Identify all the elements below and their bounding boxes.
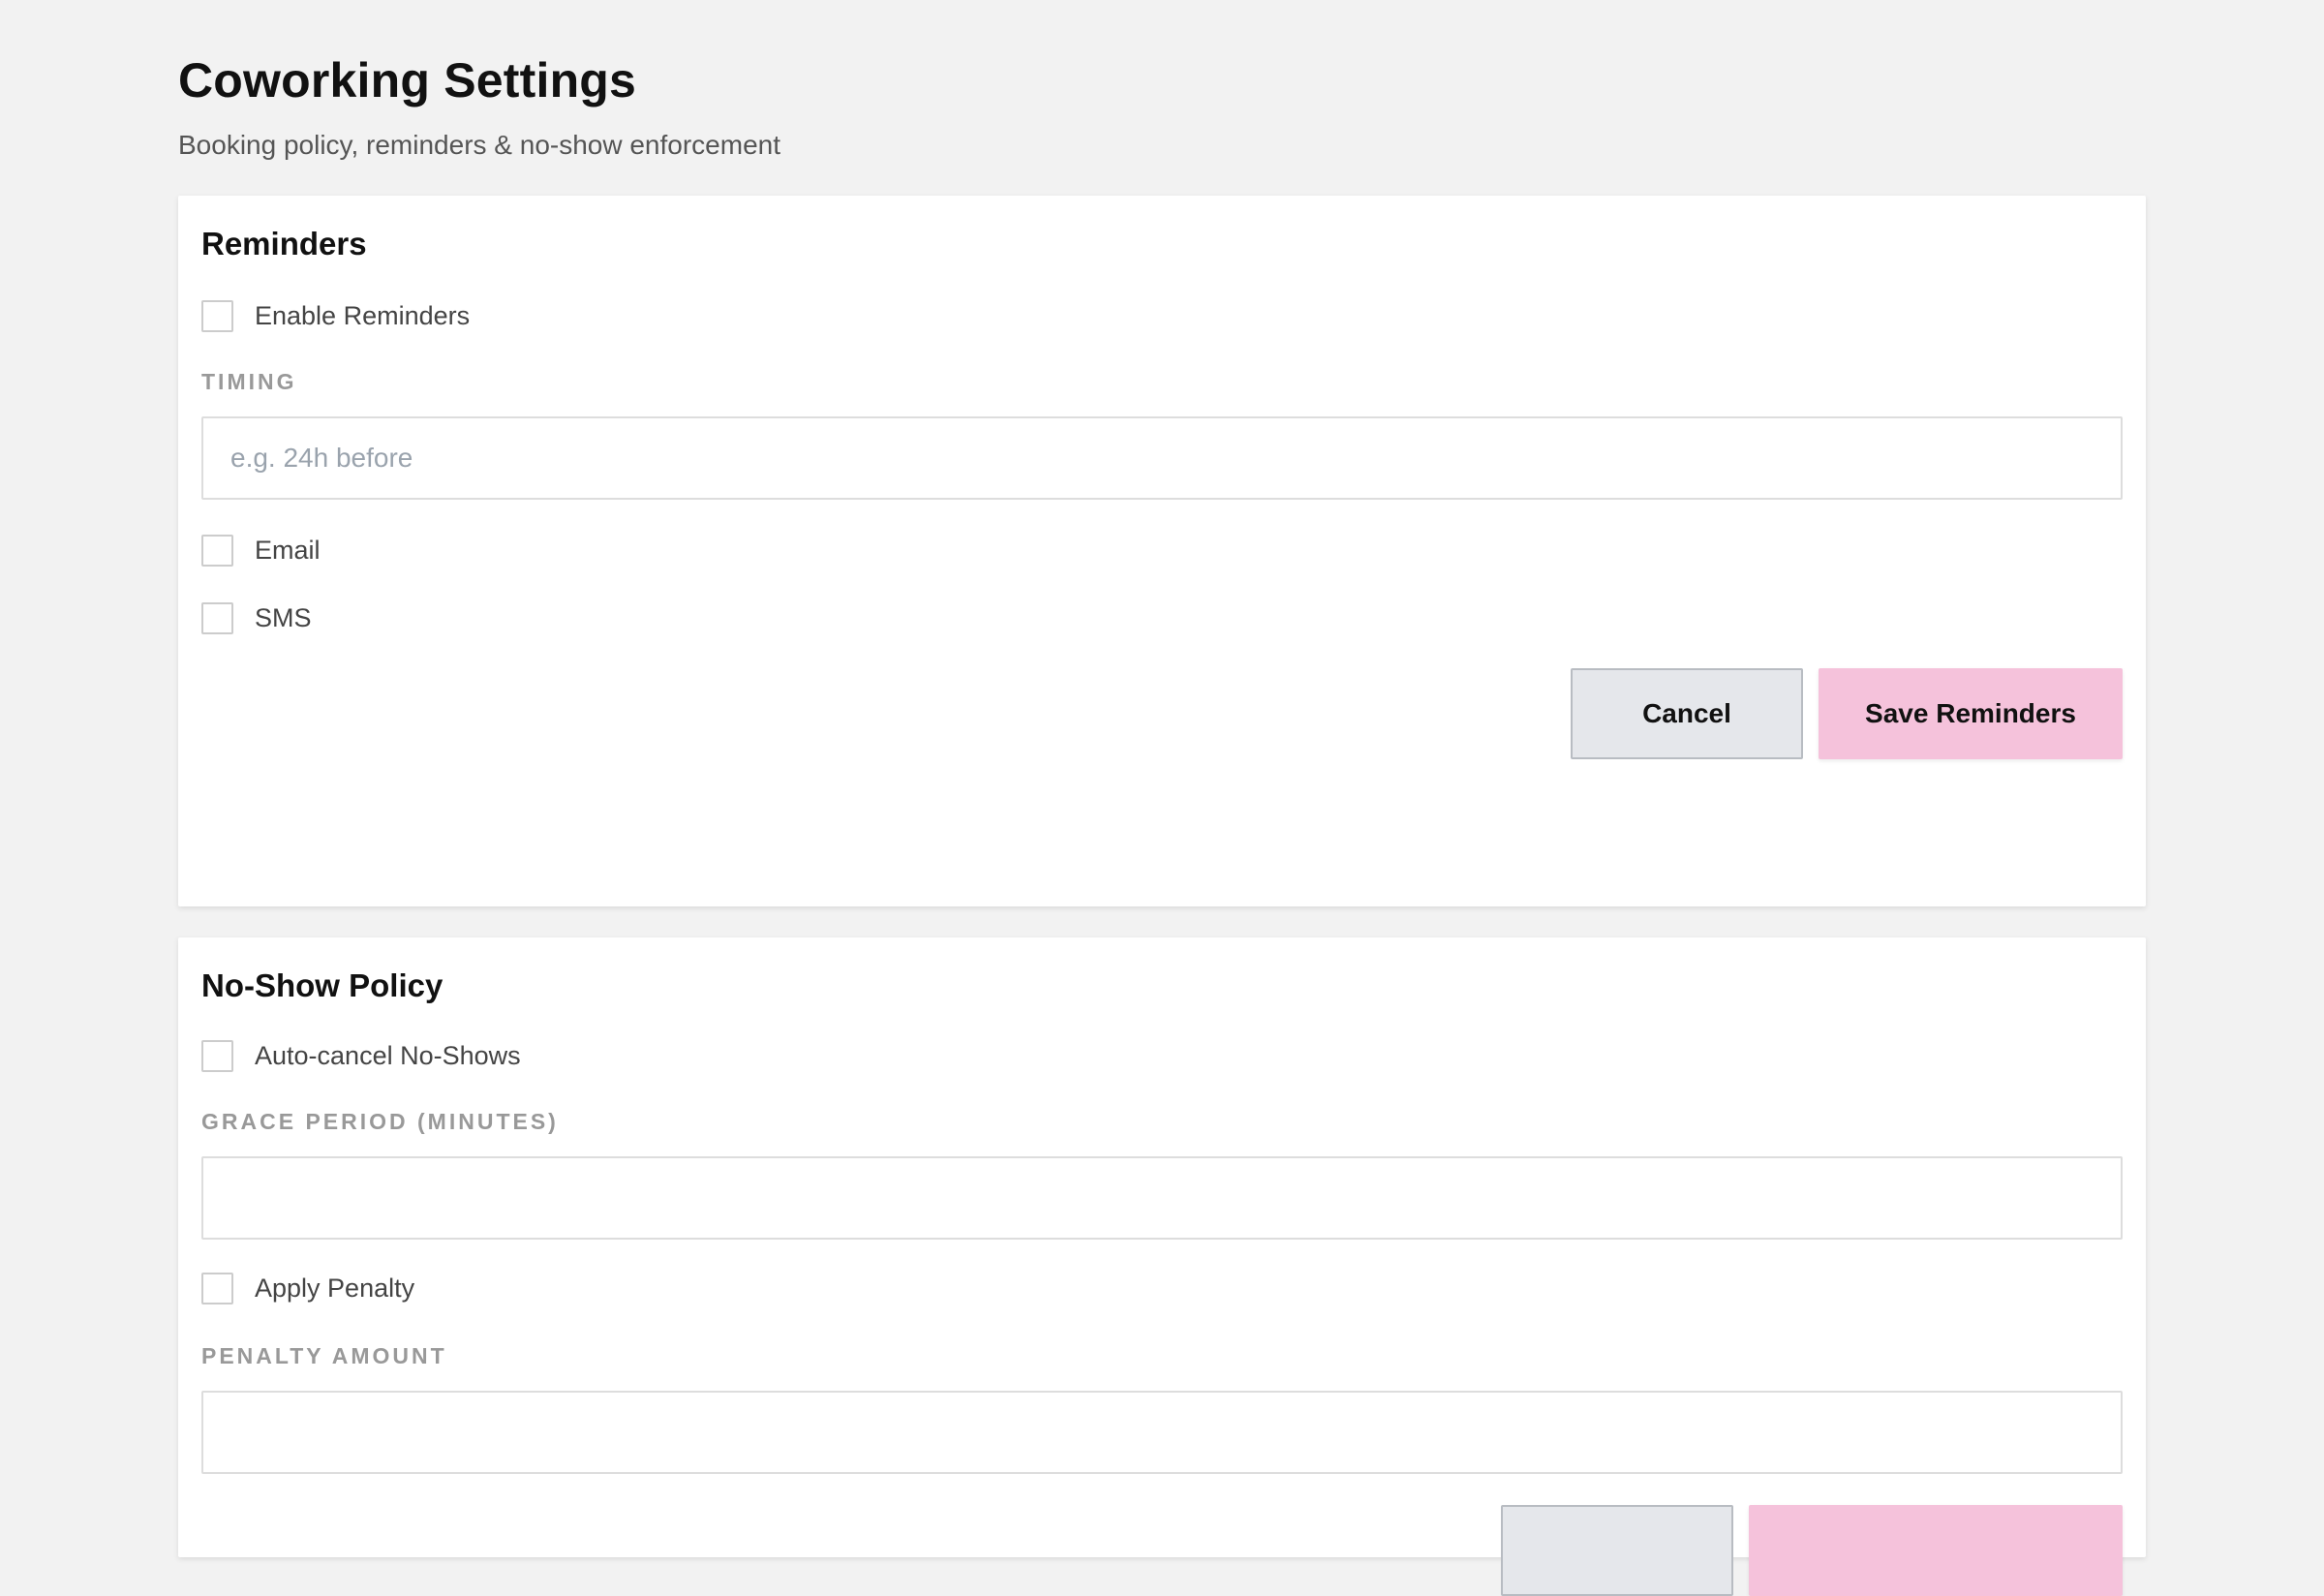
reminders-title: Reminders xyxy=(201,226,367,261)
no-show-title: No-Show Policy xyxy=(201,967,443,1003)
penalty-amount-label: PENALTY AMOUNT xyxy=(201,1343,447,1368)
email-row[interactable]: Email xyxy=(201,533,321,568)
page-title: Coworking Settings xyxy=(178,53,637,107)
reminders-card: Reminders Enable Reminders TIMING Email … xyxy=(178,196,2146,906)
grace-period-input[interactable] xyxy=(201,1156,2123,1240)
sms-checkbox[interactable] xyxy=(201,601,233,634)
auto-cancel-row[interactable]: Auto-cancel No-Shows xyxy=(201,1038,521,1073)
page-subtitle: Booking policy, reminders & no-show enfo… xyxy=(178,130,781,160)
save-no-show-button[interactable] xyxy=(1749,1505,2123,1596)
auto-cancel-checkbox[interactable] xyxy=(201,1039,233,1072)
auto-cancel-label: Auto-cancel No-Shows xyxy=(255,1041,521,1070)
cancel-button[interactable]: Cancel xyxy=(1571,668,1803,759)
apply-penalty-checkbox[interactable] xyxy=(201,1272,233,1304)
enable-reminders-row[interactable]: Enable Reminders xyxy=(201,298,470,333)
sms-row[interactable]: SMS xyxy=(201,600,312,635)
sms-label: SMS xyxy=(255,603,312,632)
email-label: Email xyxy=(255,536,321,565)
apply-penalty-label: Apply Penalty xyxy=(255,1274,415,1303)
email-checkbox[interactable] xyxy=(201,534,233,567)
penalty-amount-input[interactable] xyxy=(201,1391,2123,1474)
enable-reminders-checkbox[interactable] xyxy=(201,299,233,332)
grace-period-label: GRACE PERIOD (MINUTES) xyxy=(201,1109,559,1134)
save-reminders-button[interactable]: Save Reminders xyxy=(1819,668,2123,759)
apply-penalty-row[interactable]: Apply Penalty xyxy=(201,1271,414,1305)
timing-input[interactable] xyxy=(201,416,2123,500)
timing-label: TIMING xyxy=(201,369,297,394)
no-show-card: No-Show Policy Auto-cancel No-Shows GRAC… xyxy=(178,937,2146,1596)
enable-reminders-label: Enable Reminders xyxy=(255,301,471,330)
no-show-cancel-button[interactable] xyxy=(1501,1505,1733,1596)
